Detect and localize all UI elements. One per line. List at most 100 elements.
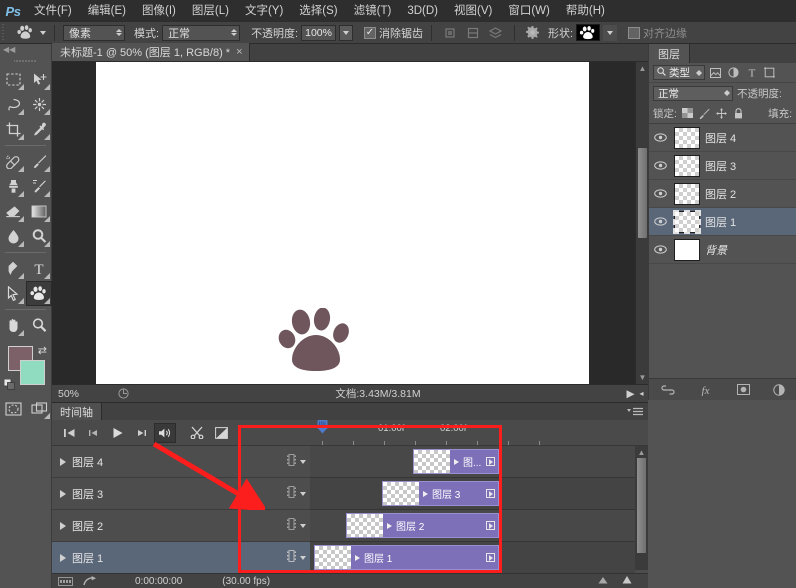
clip-transition-handle[interactable] [486,457,495,466]
swap-colors-icon[interactable]: ⇄ [38,344,47,357]
eye-icon[interactable] [651,133,669,142]
timeline-track-row-4[interactable]: 图层 4 [52,446,256,478]
disclosure-triangle-icon[interactable] [60,490,66,498]
render-video-icon[interactable] [58,577,73,586]
shape-mode-select[interactable]: 像素 [63,25,125,41]
clip-transition-handle[interactable] [486,521,495,530]
tool-palette-collapse-button[interactable]: ◀◀ [0,44,51,55]
zoom-tool[interactable] [26,313,52,338]
tab-timeline[interactable]: 时间轴 [52,403,102,420]
layer-thumbnail[interactable] [674,155,700,177]
tool-palette-grip[interactable] [14,56,37,65]
zoom-slider-handle[interactable] [622,576,632,587]
next-frame-button[interactable] [130,423,152,443]
lock-all-icon[interactable] [732,108,745,119]
pen-tool[interactable] [0,256,26,281]
layer-name[interactable]: 图层 2 [705,186,736,202]
track-chevron-down-icon[interactable] [300,460,306,464]
zoom-level-input[interactable]: 50% [52,388,112,400]
filmstrip-icon[interactable] [287,518,296,533]
screen-mode-toggle[interactable] [26,396,52,421]
options-bar-grip[interactable] [0,22,7,44]
playhead-marker[interactable] [317,420,326,437]
export-arrow-icon[interactable] [83,576,97,586]
eye-icon[interactable] [651,161,669,170]
menu-3d[interactable]: 3D(D) [399,0,446,22]
timeline-ruler[interactable]: 01:00f 02:00f [310,420,648,446]
clone-stamp-tool[interactable] [0,174,26,199]
layer-row-1[interactable]: 图层 1 [649,208,796,236]
timeline-current-time[interactable]: 0:00:00:00 [135,576,182,587]
audio-toggle-button[interactable] [154,423,176,443]
menu-file[interactable]: 文件(F) [26,0,80,22]
split-clip-button[interactable] [186,423,208,443]
path-distribute-icon[interactable] [463,24,483,42]
status-info-icon[interactable] [112,388,134,399]
layer-thumbnail[interactable] [674,127,700,149]
menu-window[interactable]: 窗口(W) [500,0,558,22]
track-chevron-down-icon[interactable] [300,492,306,496]
timeline-lane-1[interactable]: 图层 1 [310,542,635,574]
brush-tool[interactable] [26,149,52,174]
document-tab[interactable]: 未标题-1 @ 50% (图层 1, RGB/8) * × [52,43,250,61]
opacity-dropdown-button[interactable] [339,25,353,41]
hand-tool[interactable] [0,313,26,338]
go-to-first-frame-button[interactable] [58,423,80,443]
background-color-swatch[interactable] [20,360,45,385]
opacity-input[interactable]: 100% [301,25,336,41]
previous-frame-button[interactable] [82,423,104,443]
move-tool[interactable] [26,67,52,92]
adjustment-layer-icon[interactable] [773,384,785,396]
canvas-vertical-scrollbar[interactable]: ▲ ▼ [635,62,648,384]
canvas-vscroll-thumb[interactable] [638,148,647,238]
eye-icon[interactable] [651,217,669,226]
gear-icon[interactable] [523,24,543,42]
lock-position-icon[interactable] [715,108,728,119]
filmstrip-icon[interactable] [287,486,296,501]
timeline-frame-rate[interactable]: (30.00 fps) [222,576,270,587]
menu-help[interactable]: 帮助(H) [558,0,613,22]
spot-healing-brush-tool[interactable] [0,149,26,174]
document-canvas[interactable] [96,62,589,387]
transition-button[interactable] [210,423,232,443]
custom-shape-tool-icon[interactable] [13,24,37,42]
menu-layer[interactable]: 图层(L) [184,0,237,22]
menu-view[interactable]: 视图(V) [446,0,500,22]
layer-row-4[interactable]: 图层 4 [649,124,796,152]
dodge-tool[interactable] [26,224,52,249]
align-edges-checkbox[interactable]: ✓ [628,27,640,39]
blend-mode-select[interactable]: 正常 [162,25,240,41]
pixel-filter-icon[interactable] [708,68,723,78]
clip-transition-handle[interactable] [486,489,495,498]
zoom-out-icon[interactable] [598,576,608,587]
eyedropper-tool[interactable] [26,117,52,142]
type-filter-icon[interactable]: T [744,67,759,78]
layer-row-3[interactable]: 图层 3 [649,152,796,180]
quick-mask-toggle[interactable] [0,396,26,421]
lock-image-icon[interactable] [698,108,711,119]
menu-type[interactable]: 文字(Y) [237,0,291,22]
layer-thumbnail[interactable] [674,211,700,233]
lasso-tool[interactable] [0,92,26,117]
layer-name[interactable]: 图层 4 [705,130,736,146]
tab-layers[interactable]: 图层 [649,44,690,63]
default-colors-icon[interactable] [4,379,15,390]
eye-icon[interactable] [651,189,669,198]
timeline-clip-1[interactable]: 图层 1 [314,545,499,570]
menu-select[interactable]: 选择(S) [291,0,345,22]
disclosure-triangle-icon[interactable] [60,522,66,530]
filmstrip-icon[interactable] [287,454,296,469]
close-icon[interactable]: × [236,46,242,58]
timeline-lane-3[interactable]: 图层 3 [310,478,635,510]
antialias-checkbox[interactable]: ✓ [364,27,376,39]
play-button[interactable] [106,423,128,443]
custom-shape-tool[interactable] [26,281,52,306]
layer-style-fx-icon[interactable]: fx [698,384,713,396]
layer-row-2[interactable]: 图层 2 [649,180,796,208]
disclosure-triangle-icon[interactable] [60,458,66,466]
path-align-icon[interactable] [440,24,460,42]
filmstrip-icon[interactable] [287,550,296,565]
shape-picker-chevron-down-icon[interactable] [603,25,617,41]
lock-transparency-icon[interactable] [681,108,694,118]
status-resize-icon[interactable]: ◂ [640,389,644,398]
